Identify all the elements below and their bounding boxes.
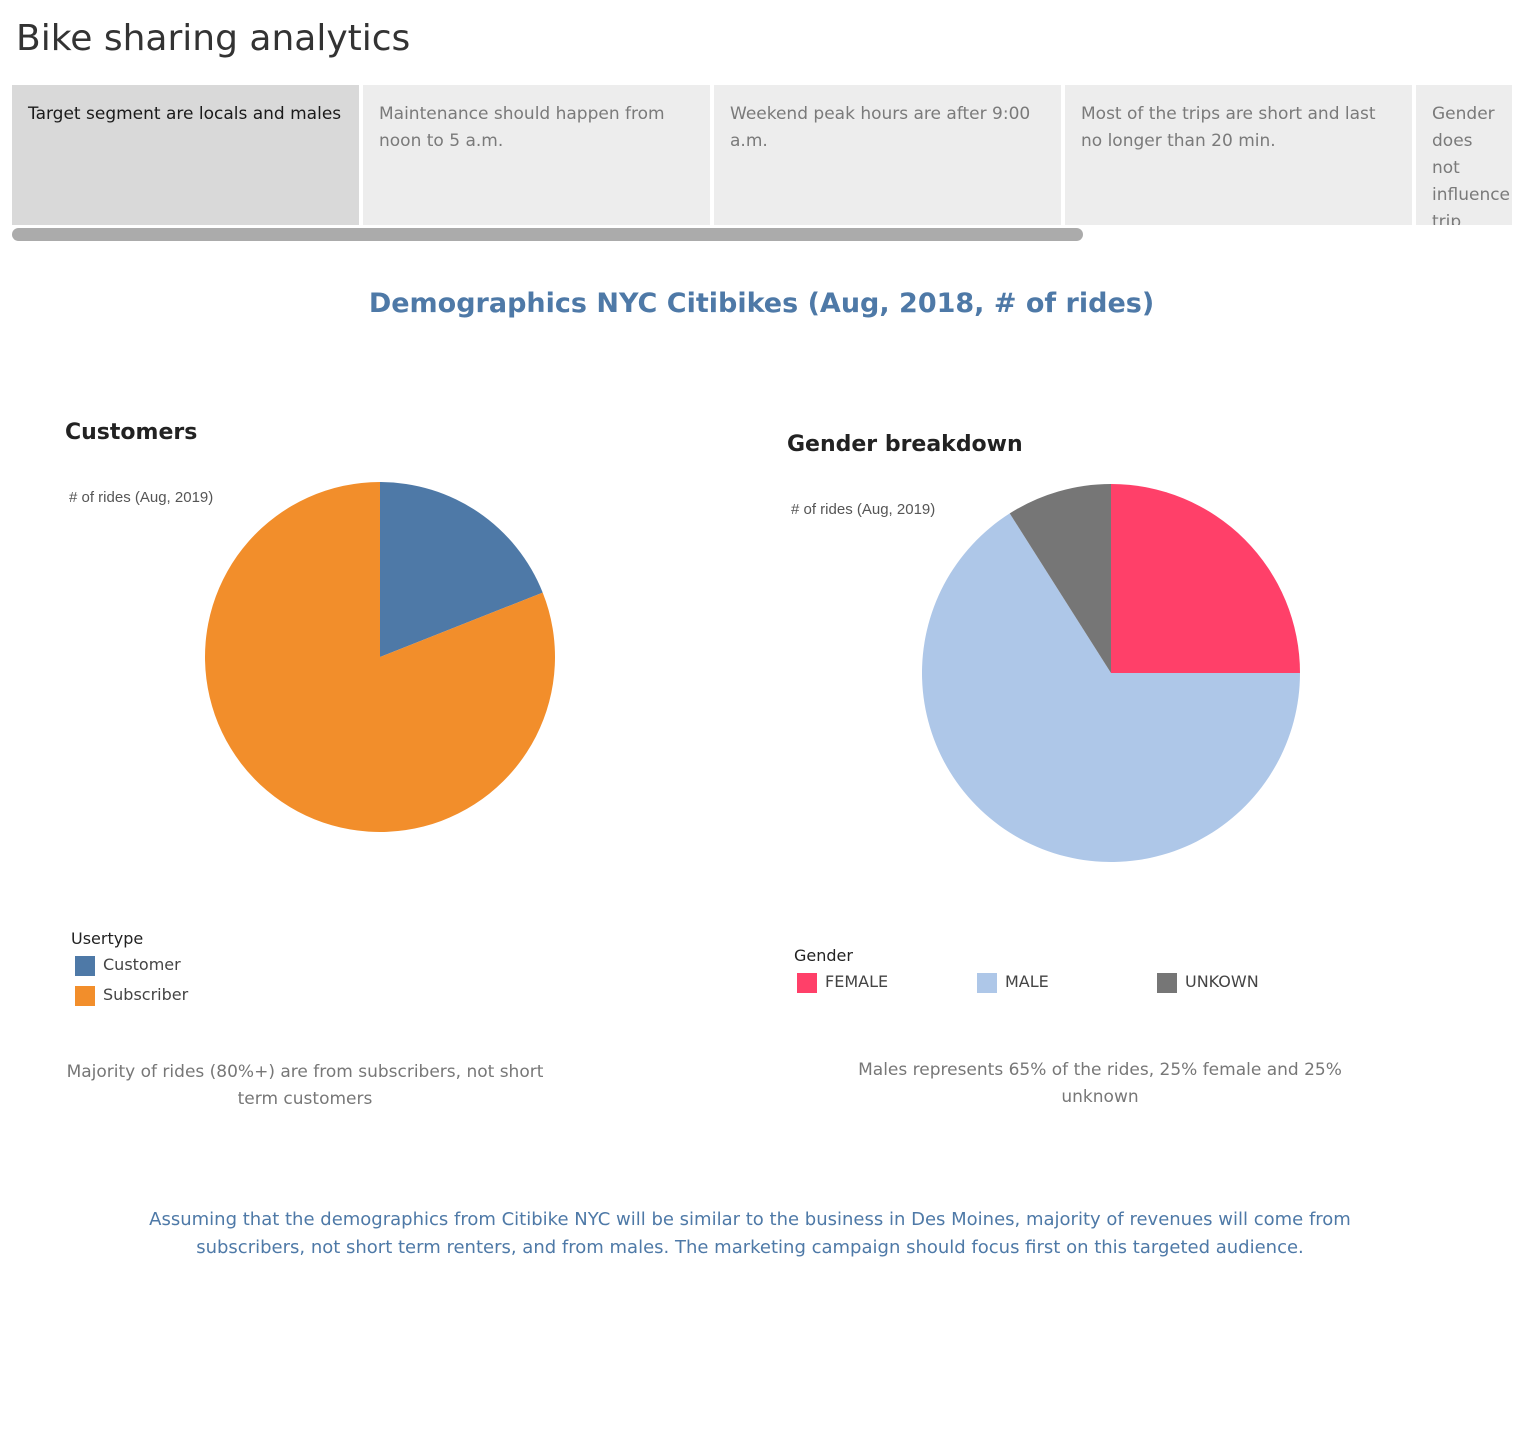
gender-caption: Males represents 65% of the rides, 25% f… <box>858 1060 1342 1107</box>
subscriber-swatch <box>75 986 95 1006</box>
dashboard-title: Demographics NYC Citibikes (Aug, 2018, #… <box>368 288 1155 319</box>
gender-chart-title: Gender breakdown <box>787 432 1023 457</box>
customers-chart-title: Customers <box>65 420 198 445</box>
pie-slice-female[interactable] <box>1111 484 1300 673</box>
legend-label-subscriber: Subscriber <box>103 985 189 1004</box>
page-title: Bike sharing analytics <box>16 18 411 59</box>
horizontal-scrollbar[interactable] <box>12 228 1083 241</box>
female-swatch <box>797 973 817 993</box>
gender-pie-chart <box>922 484 1300 862</box>
story-point-1[interactable]: Target segment are locals and males <box>12 85 359 225</box>
customer-swatch <box>75 956 95 976</box>
male-swatch <box>977 973 997 993</box>
unknown-swatch <box>1157 973 1177 993</box>
customers-pie-chart <box>204 482 555 832</box>
customers-measure-label: # of rides (Aug, 2019) <box>69 489 214 506</box>
story-point-4[interactable]: Most of the trips are short and last no … <box>1065 85 1412 225</box>
gender-legend-title: Gender <box>794 946 853 965</box>
legend-label-female: FEMALE <box>825 972 889 991</box>
legend-label-customer: Customer <box>103 955 181 974</box>
legend-label-male: MALE <box>1005 972 1049 991</box>
story-point-5[interactable]: Gender does not influence trip len.. <box>1416 85 1512 225</box>
conclusion-text: Assuming that the demographics from Citi… <box>149 1209 1351 1258</box>
usertype-legend-title: Usertype <box>71 929 144 948</box>
customers-caption: Majority of rides (80%+) are from subscr… <box>66 1062 544 1109</box>
story-point-2[interactable]: Maintenance should happen from noon to 5… <box>363 85 710 225</box>
story-points-strip: Target segment are locals and males Main… <box>12 85 1512 225</box>
legend-label-unknown: UNKOWN <box>1185 972 1259 991</box>
story-point-3[interactable]: Weekend peak hours are after 9:00 a.m. <box>714 85 1061 225</box>
